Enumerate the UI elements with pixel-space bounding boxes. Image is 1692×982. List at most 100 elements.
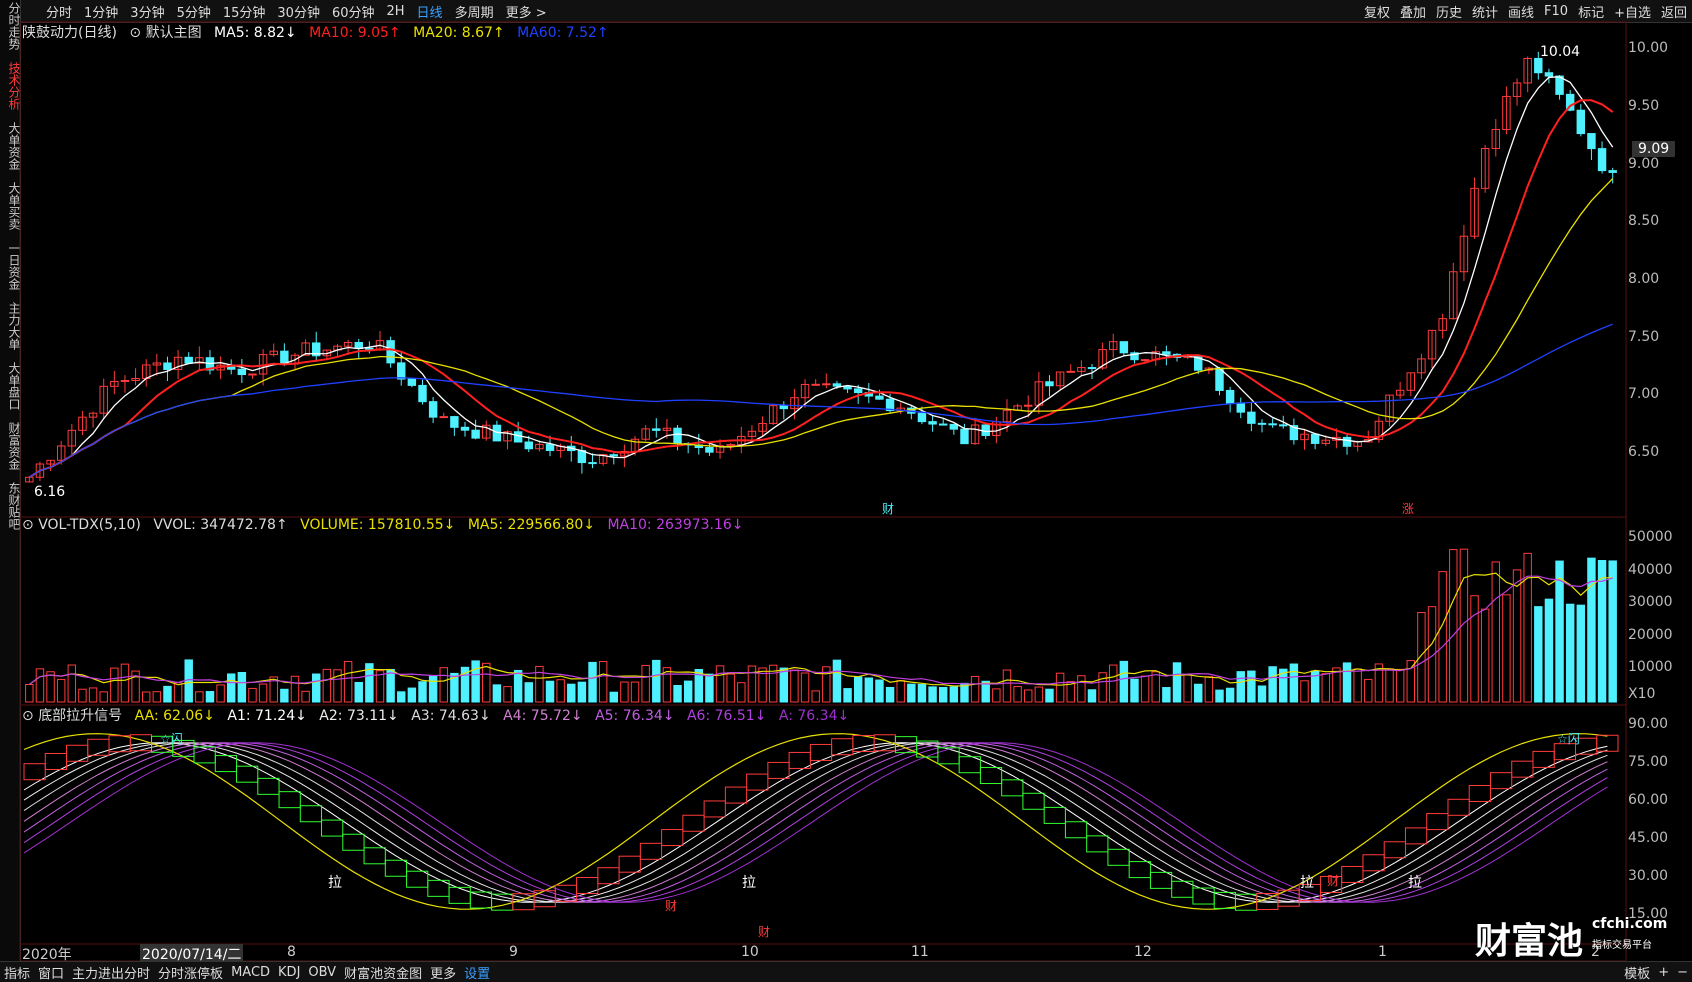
signal-line-5	[23, 742, 1608, 903]
candle-body	[1236, 402, 1245, 413]
candle-body	[1257, 422, 1267, 425]
volume-bar	[1480, 608, 1490, 703]
template-selector[interactable]: ⊙ 默认主图	[129, 25, 201, 41]
la-label-3: 拉	[1408, 875, 1422, 891]
a-value: A: 76.34↓	[778, 708, 850, 724]
bottom-tab-fund-chart[interactable]: 财富池资金图	[340, 963, 426, 982]
signal-box	[1128, 861, 1151, 879]
candle-body	[832, 383, 842, 387]
bottom-tab-main-flow[interactable]: 主力进出分时	[68, 963, 154, 982]
watermark-sub: 指标交易平台	[1592, 940, 1652, 951]
volume-bar	[1353, 668, 1362, 703]
signal-box	[703, 800, 726, 818]
volume-bar	[439, 667, 448, 703]
volume-bar	[1608, 560, 1617, 703]
signal-box	[597, 867, 620, 885]
candle-body	[354, 341, 363, 349]
volume-bar	[1342, 662, 1352, 703]
signal-box	[236, 765, 259, 783]
sig-axis-75: 75.00	[1628, 754, 1669, 770]
candle-body	[1544, 72, 1554, 77]
volume-bar	[1257, 685, 1267, 703]
price-axis-700: 7.00	[1628, 386, 1660, 402]
ma20-value: MA20: 8.67↑	[413, 25, 505, 41]
vol-ma10-value: MA10: 263973.16↓	[607, 517, 744, 533]
bottom-tab-settings[interactable]: 设置	[460, 963, 494, 982]
candle-body	[184, 356, 193, 364]
candle-body	[1247, 411, 1256, 424]
volume-bar	[99, 691, 108, 703]
volume-bar	[832, 659, 842, 703]
candle-body	[673, 427, 682, 445]
volume-bar	[1417, 612, 1426, 703]
volume-bar	[322, 668, 332, 703]
candle-body	[1045, 381, 1054, 387]
bottom-tab-indicator[interactable]: 指标	[0, 963, 34, 982]
volume-bar	[907, 683, 916, 703]
price-axis-1000: 10.00	[1628, 40, 1669, 56]
volume-bar	[1098, 672, 1107, 703]
signal-box	[767, 761, 790, 779]
candle-body	[949, 423, 959, 430]
signal-line-4	[23, 742, 1608, 903]
volume-bar	[184, 659, 193, 703]
zoom-out-button[interactable]: −	[1673, 965, 1692, 980]
candle-body	[705, 447, 714, 453]
volume-bar	[556, 679, 565, 703]
watermark-brand: 财富池	[1475, 921, 1584, 962]
signal-box	[979, 767, 1003, 785]
bottom-tab-window[interactable]: 窗口	[34, 963, 68, 982]
volume-bar	[896, 680, 905, 703]
vol-ma5-value: MA5: 229566.80↓	[467, 517, 595, 533]
signal-box	[1404, 827, 1428, 845]
sig-axis-90: 90.00	[1628, 716, 1669, 732]
volume-bar	[779, 667, 789, 703]
bottom-tab-more[interactable]: 更多	[426, 963, 460, 982]
zoom-in-button[interactable]: +	[1654, 965, 1673, 980]
volume-bar	[853, 676, 863, 703]
volume-bar	[1491, 561, 1501, 703]
cai-marker: 财	[882, 502, 895, 516]
la-label-2: 拉	[742, 875, 756, 891]
chart-canvas[interactable]	[0, 0, 1692, 961]
volume-bar	[1077, 675, 1086, 703]
price-axis-950: 9.50	[1628, 98, 1660, 114]
a5-value: A5: 76.34↓	[595, 708, 675, 724]
ma60-value: MA60: 7.52↑	[517, 25, 609, 41]
x-label-sep: 9	[509, 944, 518, 960]
signal-box	[1086, 835, 1109, 853]
signal-box	[937, 747, 960, 765]
signal-indicator-name[interactable]: ⊙ 底部拉升信号	[22, 708, 122, 724]
bottom-tab-limit-up[interactable]: 分时涨停板	[154, 963, 227, 982]
candle-body	[365, 347, 374, 350]
bottom-tab-macd[interactable]: MACD	[227, 965, 274, 980]
volume-bar	[301, 690, 310, 703]
candle-body	[853, 388, 863, 394]
volume-indicator-name[interactable]: ⊙ VOL-TDX(5,10)	[22, 517, 141, 533]
volume-bar	[35, 668, 45, 703]
template-button[interactable]: 模板	[1620, 963, 1654, 982]
signal-box	[618, 855, 641, 873]
volume-bar	[1565, 603, 1575, 703]
signal-box	[1022, 792, 1045, 810]
shan-signal-1: ☆闪	[160, 732, 183, 746]
volume-bar	[1289, 663, 1299, 703]
volume-bar	[1364, 678, 1373, 703]
volume-bar	[1236, 671, 1245, 703]
candle-body	[428, 401, 438, 418]
price-axis-650: 6.50	[1628, 444, 1660, 460]
volume-bar	[1225, 687, 1235, 703]
signal-box	[1426, 813, 1449, 831]
signal-box	[299, 805, 323, 823]
bottom-tab-kdj[interactable]: KDJ	[274, 965, 304, 980]
signal-box	[44, 752, 68, 770]
volume-bar	[1013, 686, 1022, 703]
volume-bar	[290, 675, 300, 703]
volume-bar	[1215, 689, 1224, 703]
volume-bar	[938, 686, 948, 703]
volume-bar	[513, 669, 523, 703]
volume-bar	[790, 669, 799, 703]
bottom-tab-obv[interactable]: OBV	[304, 965, 340, 980]
candle-body	[588, 462, 597, 465]
candle-body	[1119, 341, 1129, 354]
